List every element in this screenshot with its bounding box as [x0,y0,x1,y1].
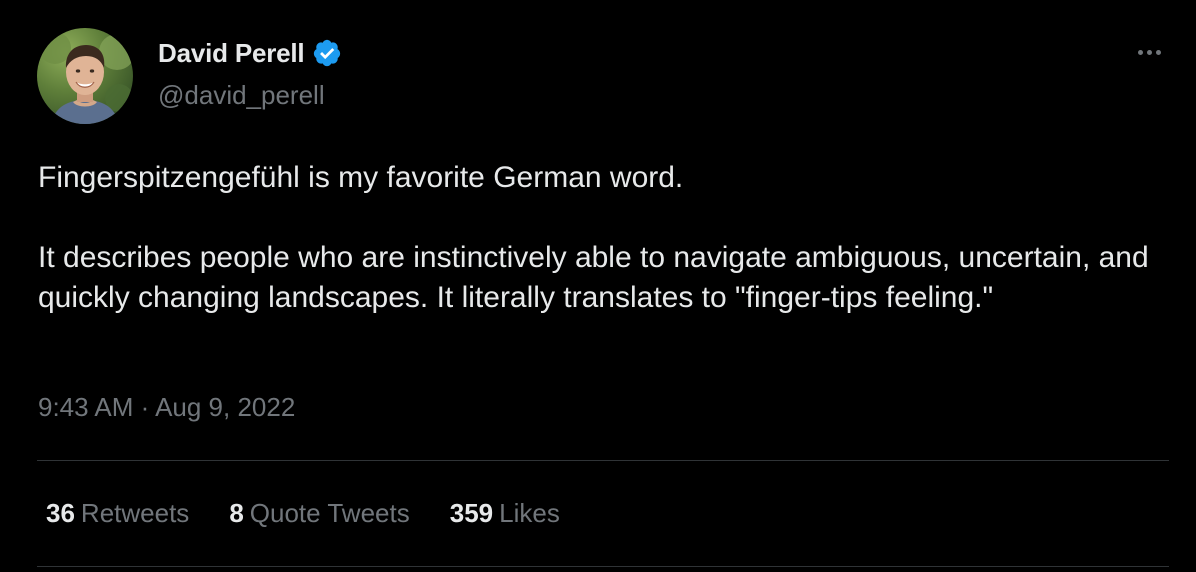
quote-tweets-label: Quote Tweets [249,498,410,528]
verified-badge-icon[interactable] [312,38,342,68]
tweet-paragraph: Fingerspitzengefühl is my favorite Germa… [38,161,684,194]
more-horizontal-icon[interactable] [1132,40,1166,64]
more-dot [1155,49,1161,55]
retweets-stat[interactable]: 36 Retweets [46,498,189,529]
retweets-count: 36 [46,498,75,528]
author-name[interactable]: David Perell [158,38,305,69]
author-handle[interactable]: @david_perell [158,80,342,111]
likes-label: Likes [499,498,560,528]
tweet-timestamp[interactable]: 9:43 AM · Aug 9, 2022 [38,392,295,423]
tweet-text: Fingerspitzengefühl is my favorite Germa… [38,158,1158,318]
quote-tweets-stat[interactable]: 8 Quote Tweets [229,498,409,529]
tweet-card: David Perell @david_perell Fingerspitzen… [0,0,1196,572]
divider [37,460,1169,461]
more-dot [1146,49,1152,55]
avatar-image [39,32,133,124]
author-info: David Perell @david_perell [158,36,342,111]
avatar[interactable] [37,28,133,124]
author-name-row: David Perell [158,36,342,70]
engagement-stats: 36 Retweets 8 Quote Tweets 359 Likes [46,498,600,529]
tweet-paragraph: It describes people who are instinctivel… [38,241,1149,314]
more-dot [1137,49,1143,55]
likes-count: 359 [449,498,494,528]
divider [37,566,1169,567]
quote-tweets-count: 8 [229,498,244,528]
retweets-label: Retweets [80,498,190,528]
likes-stat[interactable]: 359 Likes [450,498,560,529]
